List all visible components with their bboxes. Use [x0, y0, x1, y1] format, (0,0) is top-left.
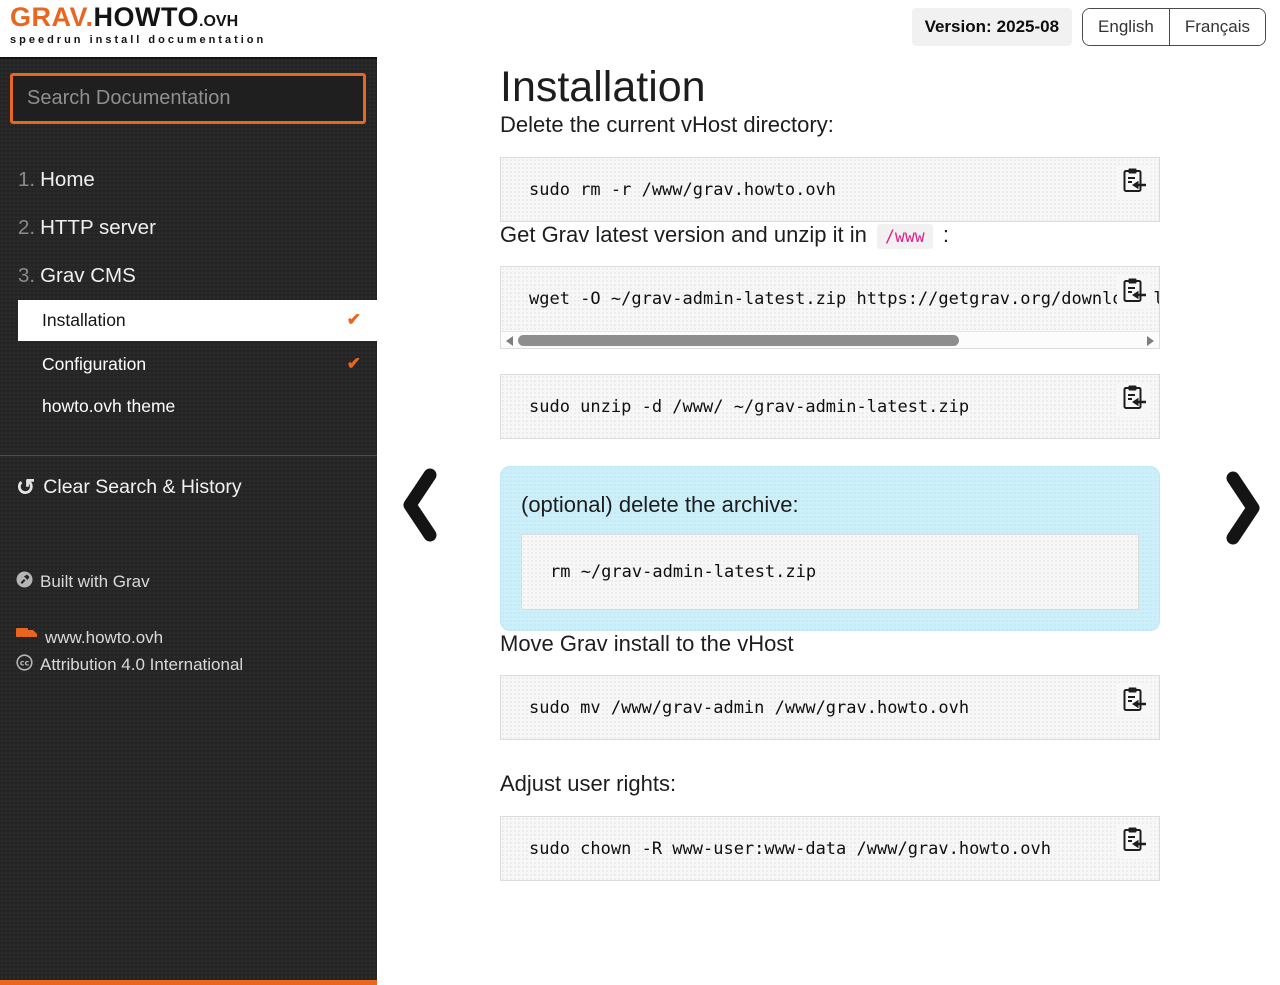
heading-text: Get Grav latest version and unzip it in	[500, 222, 867, 248]
scroll-right-arrow[interactable]	[1147, 335, 1154, 346]
nav-label: Home	[40, 168, 95, 191]
inline-code-www: /www	[876, 224, 933, 250]
version-badge: Version: 2025-08	[911, 8, 1073, 46]
sidebar: 1.Home 2.HTTP server 3.Grav CMS Installa…	[0, 57, 377, 985]
nav-number: 1.	[18, 168, 36, 191]
code-text: sudo chown -R www-user:www-data /www/gra…	[529, 838, 1051, 859]
logo-text-grav: GRAV.	[10, 2, 94, 32]
nav-number: 3.	[18, 264, 36, 287]
copy-icon	[1122, 826, 1147, 857]
clear-search-history-button[interactable]: ↺ Clear Search & History	[16, 476, 377, 499]
license-label: Attribution 4.0 International	[40, 655, 244, 674]
next-page-button[interactable]	[1220, 469, 1266, 552]
scrollbar-thumb[interactable]	[518, 334, 959, 346]
code-block-mv: sudo mv /www/grav-admin /www/grav.howto.…	[500, 675, 1160, 741]
sidebar-subnav: Installation ✔ Configuration ✔ howto.ovh…	[0, 300, 377, 425]
code-text: sudo mv /www/grav-admin /www/grav.howto.…	[529, 698, 970, 718]
sidebar-footer: Built with Grav www.howto.ovh cc Attribu…	[16, 571, 243, 676]
page-title: Installation	[500, 63, 706, 111]
subnav-label: howto.ovh theme	[42, 396, 176, 416]
truck-icon	[16, 627, 38, 648]
section-heading-adjust-rights: Adjust user rights:	[500, 771, 677, 797]
section-heading-move-grav: Move Grav install to the vHost	[500, 630, 794, 656]
code-block-rm-archive: rm ~/grav-admin-latest.zip	[521, 534, 1139, 610]
section-heading-delete-vhost: Delete the current vHost directory:	[500, 112, 834, 138]
license-link[interactable]: cc Attribution 4.0 International	[16, 654, 243, 676]
version-value: 2025-08	[996, 17, 1060, 36]
code-text: sudo unzip -d /www/ ~/grav-admin-latest.…	[529, 396, 970, 417]
sidebar-item-installation[interactable]: Installation ✔	[18, 300, 377, 341]
sidebar-nav: 1. Home 2. HTTP server 3. Grav CMS Installa…	[0, 156, 377, 425]
subnav-label: Installation	[42, 310, 126, 330]
copy-code-button[interactable]	[1117, 165, 1151, 200]
copy-code-button[interactable]	[1117, 382, 1151, 417]
site-logo[interactable]: GRAV.HOWTO.OVH speedrun install document…	[10, 2, 267, 46]
copy-code-button[interactable]	[1117, 684, 1151, 718]
code-block-rm-vhost: sudo rm -r /www/grav.howto.ovh	[500, 156, 1160, 223]
version-label: Version:	[924, 17, 992, 36]
code-block-wget: wget -O ~/grav-admin-latest.zip https://…	[500, 266, 1160, 349]
site-tagline: speedrun install documentation	[10, 33, 267, 46]
nav-number: 2.	[18, 216, 36, 239]
built-with-grav-label: Built with Grav	[40, 572, 150, 591]
search-input[interactable]	[10, 73, 366, 124]
built-with-grav-link[interactable]: Built with Grav	[16, 571, 243, 593]
history-icon: ↺	[16, 474, 36, 500]
callout-heading: (optional) delete the archive:	[521, 491, 799, 517]
sidebar-item-grav-cms[interactable]: 3. Grav CMS	[0, 252, 377, 300]
code-block-chown: sudo chown -R www-user:www-data /www/gra…	[500, 815, 1160, 881]
code-block-unzip: sudo unzip -d /www/ ~/grav-admin-latest.…	[500, 373, 1160, 439]
logo-text-howto: HOWTO	[93, 2, 200, 32]
language-switcher: English Français	[1082, 8, 1266, 46]
logo-text-ovh: .OVH	[199, 13, 239, 30]
chevron-right-icon	[1220, 471, 1266, 551]
horizontal-scrollbar[interactable]	[501, 330, 1159, 348]
heading-text: :	[942, 222, 949, 248]
copy-code-button[interactable]	[1117, 824, 1151, 859]
previous-page-button[interactable]	[397, 466, 443, 549]
check-icon: ✔	[346, 310, 361, 329]
code-text: sudo rm -r /www/grav.howto.ovh	[529, 179, 837, 200]
sidebar-item-http-server[interactable]: 2. HTTP server	[0, 204, 377, 252]
clear-history-label: Clear Search & History	[43, 476, 242, 498]
howto-ovh-link[interactable]: www.howto.ovh	[16, 627, 243, 648]
language-english-button[interactable]: English	[1083, 9, 1169, 45]
creative-commons-icon: cc	[16, 654, 33, 676]
code-text: wget -O ~/grav-admin-latest.zip https://…	[529, 289, 1159, 310]
sidebar-item-howto-theme[interactable]: howto.ovh theme	[18, 388, 377, 425]
code-text: rm ~/grav-admin-latest.zip	[550, 562, 817, 583]
sidebar-divider	[0, 455, 377, 456]
copy-icon	[1122, 277, 1147, 308]
sidebar-item-home[interactable]: 1. Home	[0, 156, 377, 204]
check-icon: ✔	[346, 354, 361, 373]
language-french-button[interactable]: Français	[1168, 9, 1265, 45]
scroll-left-arrow[interactable]	[506, 335, 513, 346]
chevron-left-icon	[397, 468, 443, 548]
copy-code-button[interactable]	[1117, 275, 1151, 310]
nav-label: HTTP server	[40, 216, 156, 239]
sidebar-item-configuration[interactable]: Configuration ✔	[18, 346, 377, 383]
header-right-group: Version: 2025-08 English Français	[911, 8, 1266, 46]
svg-text:cc: cc	[20, 658, 30, 667]
copy-icon	[1122, 686, 1147, 717]
subnav-label: Configuration	[42, 354, 147, 374]
optional-callout: (optional) delete the archive: rm ~/grav…	[500, 465, 1160, 631]
main-content: Installation Delete the current vHost di…	[500, 57, 1160, 881]
copy-icon	[1122, 167, 1147, 198]
section-heading-get-grav: Get Grav latest version and unzip it in …	[500, 222, 1160, 250]
site-header: GRAV.HOWTO.OVH speedrun install document…	[0, 0, 1280, 57]
nav-label: Grav CMS	[40, 264, 136, 287]
copy-icon	[1122, 384, 1147, 415]
grav-logo-icon	[16, 571, 33, 593]
howto-ovh-label: www.howto.ovh	[45, 627, 164, 647]
